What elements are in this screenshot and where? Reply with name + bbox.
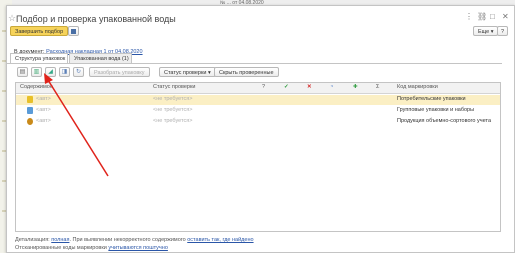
annotation-arrow [44,73,109,177]
